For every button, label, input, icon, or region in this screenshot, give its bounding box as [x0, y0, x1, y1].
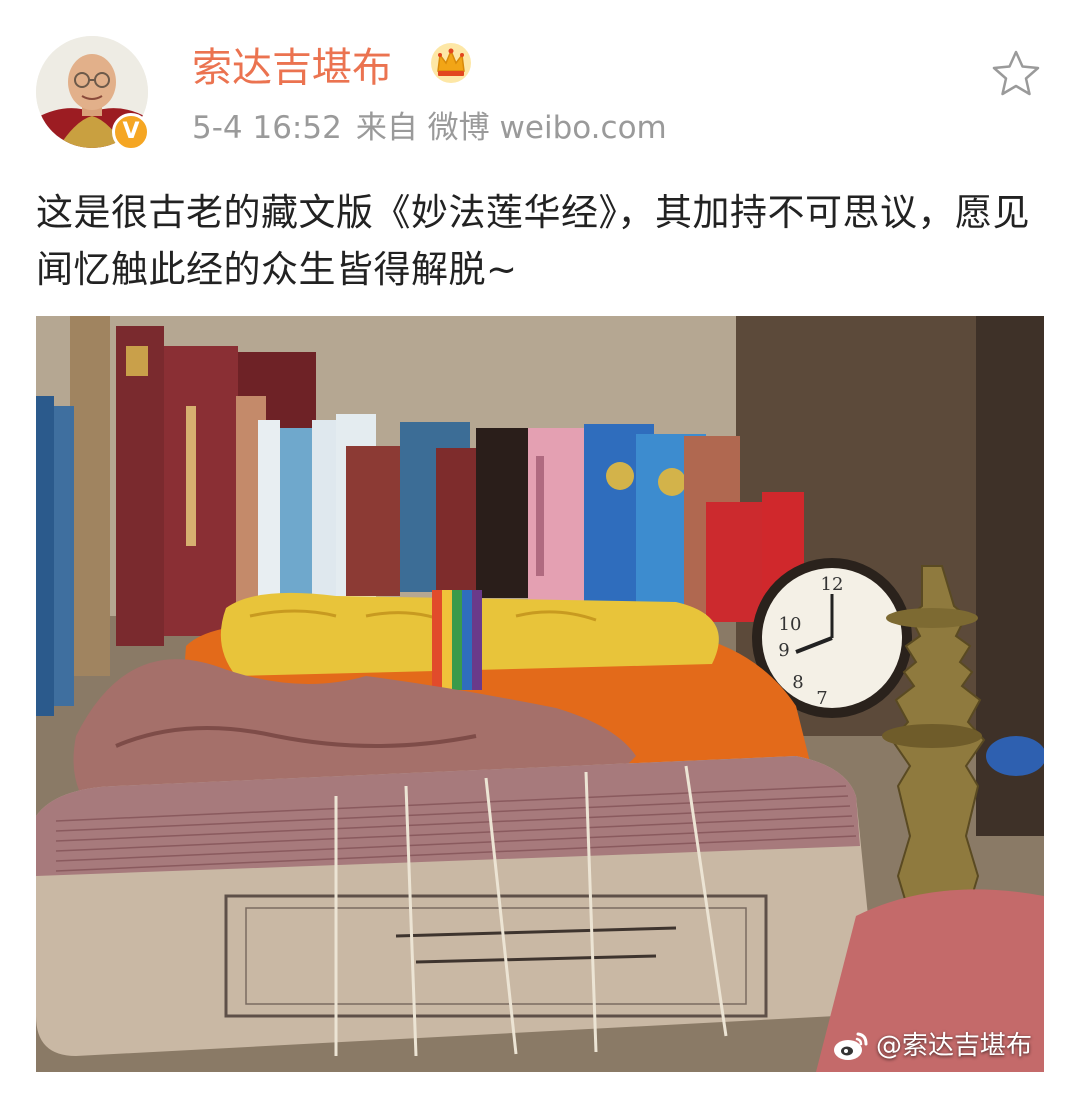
image-watermark: @索达吉堪布 [832, 1026, 1032, 1066]
post-image[interactable]: 12 10 9 8 7 @索达吉堪布 [36, 316, 1044, 1072]
svg-text:12: 12 [821, 574, 844, 595]
post-text: 这是很古老的藏文版《妙法莲华经》，其加持不可思议，愿见闻忆触此经的众生皆得解脱~ [36, 191, 1030, 291]
watermark-text: @索达吉堪布 [875, 1031, 1032, 1061]
svg-text:9: 9 [778, 640, 789, 661]
weibo-post: V 索达吉堪布 5-4 16:52 来自 微博 weibo.com 这是很古老的藏… [0, 0, 1080, 1108]
post-meta: 5-4 16:52 来自 微博 weibo.com [192, 106, 681, 150]
svg-text:10: 10 [779, 614, 802, 635]
star-icon[interactable] [990, 48, 1042, 100]
weibo-logo-icon [833, 1032, 868, 1060]
svg-text:8: 8 [792, 672, 803, 693]
verified-badge: V [112, 113, 150, 151]
scripture-photo: 12 10 9 8 7 [36, 316, 1044, 1072]
svg-text:7: 7 [816, 688, 827, 709]
post-source[interactable]: 来自 微博 weibo.com [356, 110, 667, 146]
author-name[interactable]: 索达吉堪布 [192, 40, 392, 96]
post-timestamp: 5-4 16:52 [192, 110, 342, 146]
crown-icon[interactable] [430, 41, 472, 85]
